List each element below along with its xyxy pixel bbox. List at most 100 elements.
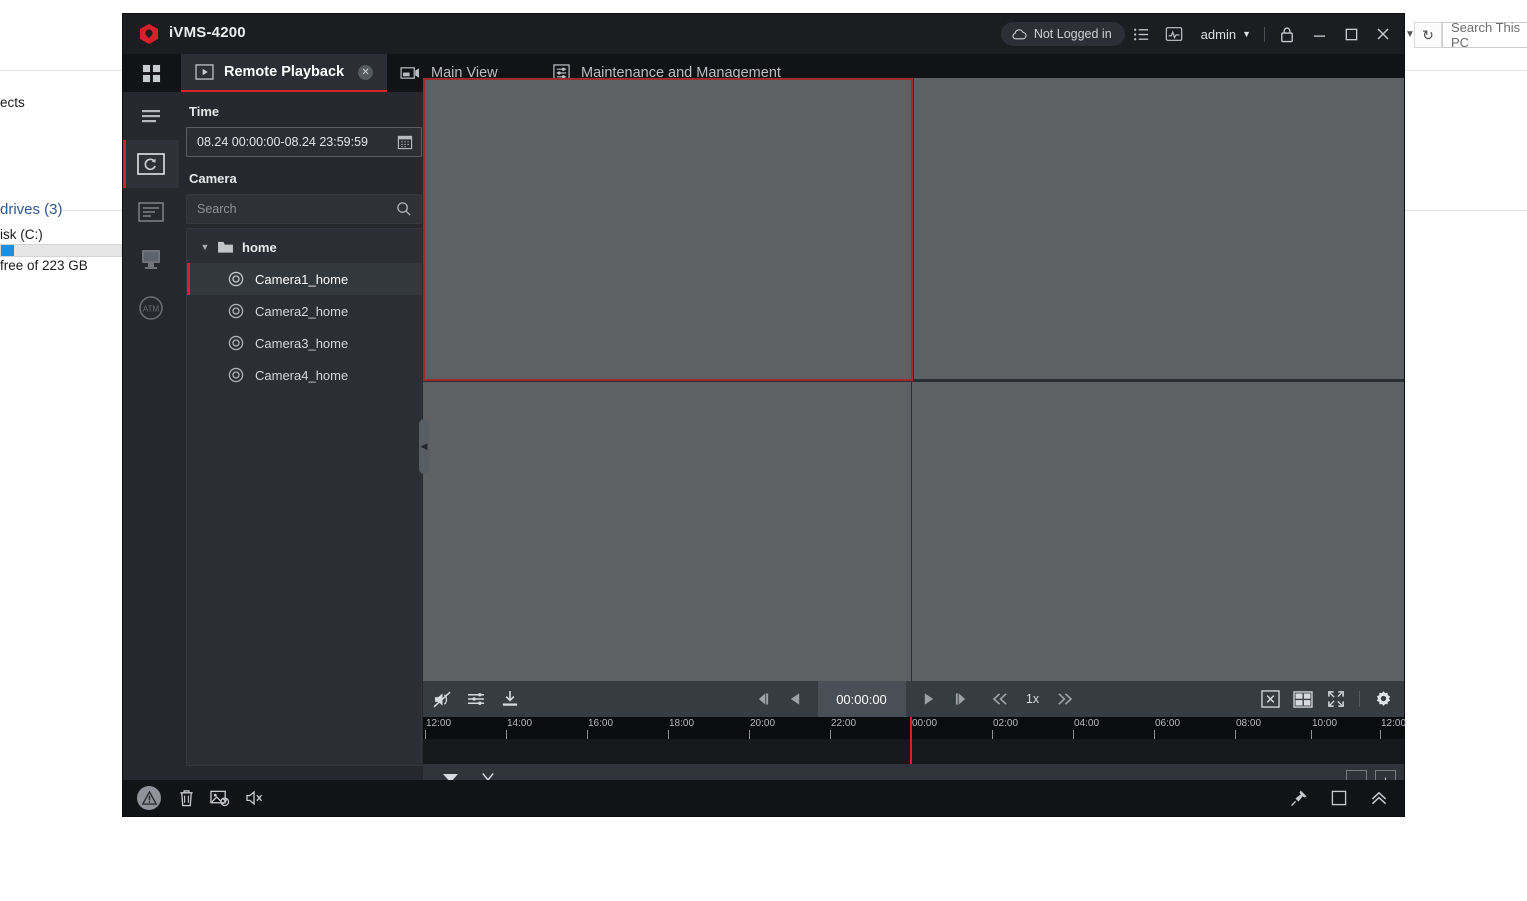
maximize-icon[interactable]	[1336, 19, 1366, 49]
report-icon	[138, 202, 164, 222]
tree-item-label: Camera2_home	[255, 303, 349, 319]
tree-item-label: Camera4_home	[255, 367, 349, 383]
tick-mark	[668, 730, 669, 739]
sidebar-item-report[interactable]	[123, 188, 179, 236]
audio-muted-icon[interactable]	[427, 684, 457, 714]
adjust-sliders-icon[interactable]	[461, 684, 491, 714]
close-icon[interactable]	[1368, 19, 1398, 49]
play-icon[interactable]	[914, 684, 944, 714]
explorer-right-rule	[1404, 70, 1527, 71]
health-monitor-icon[interactable]	[1159, 19, 1189, 49]
minimize-icon[interactable]	[1304, 19, 1334, 49]
left-panel: Time 08.24 00:00:00-08.24 23:59:59 Camer…	[179, 92, 423, 794]
tree-item-camera1[interactable]: Camera1_home	[187, 263, 421, 295]
disk-usage-fill	[1, 245, 14, 256]
explorer-free-space-label: free of 223 GB	[0, 258, 88, 273]
trash-icon[interactable]	[169, 781, 203, 815]
video-pane-4[interactable]	[912, 382, 1404, 681]
list-icon[interactable]	[1127, 19, 1157, 49]
chevron-up-icon[interactable]	[1362, 781, 1396, 815]
tree-item-camera2[interactable]: Camera2_home	[187, 295, 421, 327]
video-pane-2[interactable]	[914, 78, 1404, 379]
tick-label: 10:00	[1312, 718, 1338, 729]
tree-item-camera4[interactable]: Camera4_home	[187, 359, 421, 391]
tab-remote-playback[interactable]: Remote Playback ✕	[181, 54, 388, 92]
remote-playback-icon	[137, 153, 165, 175]
timeline-playhead[interactable]	[910, 717, 912, 764]
camera-icon	[225, 335, 247, 351]
refresh-icon[interactable]: ↻	[1414, 22, 1442, 48]
svg-text:ATM: ATM	[143, 305, 160, 314]
atm-icon: ATM	[138, 295, 164, 321]
tick-mark	[830, 730, 831, 739]
picture-disabled-icon[interactable]	[203, 781, 237, 815]
user-name-label: admin	[1200, 26, 1237, 42]
tree-item-camera3[interactable]: Camera3_home	[187, 327, 421, 359]
gear-icon[interactable]	[1368, 684, 1398, 714]
user-menu[interactable]: admin ▼	[1191, 27, 1257, 42]
reverse-play-icon[interactable]	[780, 684, 810, 714]
account-status-button[interactable]: Not Logged in	[1000, 22, 1125, 46]
live-view-icon	[400, 65, 421, 81]
close-icon[interactable]: ✕	[358, 64, 374, 80]
search-this-pc-input[interactable]: Search This PC	[1442, 20, 1527, 50]
app-grid-icon[interactable]	[123, 54, 179, 92]
search-icon[interactable]	[396, 201, 412, 217]
video-pane-1[interactable]	[423, 78, 913, 381]
tick-label: 18:00	[669, 718, 695, 729]
pin-icon[interactable]	[1282, 781, 1316, 815]
tab-label: Remote Playback	[224, 64, 345, 80]
control-bar-right-group	[1255, 684, 1398, 714]
tick-label: 08:00	[1236, 718, 1262, 729]
panel-toggle-icon[interactable]	[1322, 781, 1356, 815]
speed-up-icon[interactable]	[1050, 684, 1080, 714]
control-bar-left-group	[423, 684, 525, 714]
fullscreen-icon[interactable]	[1321, 684, 1351, 714]
disk-usage-bar	[0, 244, 122, 257]
camera-section-title: Camera	[189, 171, 237, 186]
tree-group-label: home	[242, 239, 277, 255]
camera-icon	[225, 271, 247, 287]
sidebar-item-device[interactable]	[123, 236, 179, 284]
tick-label: 12:00	[426, 718, 452, 729]
single-frame-backward-icon[interactable]	[748, 684, 778, 714]
timeline-ruler[interactable]: 12:00 14:00 16:00 18:00 20:00 22:00 00:0…	[423, 717, 1407, 739]
camera-search-input[interactable]: Search	[186, 194, 422, 224]
tick-mark	[425, 730, 426, 739]
transport-controls: 00:00:00 1x	[748, 681, 1080, 717]
status-bar	[123, 780, 1404, 816]
sidebar-item-atm[interactable]: ATM	[123, 284, 179, 332]
download-icon[interactable]	[495, 684, 525, 714]
video-pane-3[interactable]	[423, 382, 911, 681]
panel-splitter-handle[interactable]: ◀	[419, 419, 429, 474]
tick-mark	[1073, 730, 1074, 739]
status-bar-right-group	[1282, 781, 1396, 815]
tree-group-home[interactable]: ▼ home	[187, 231, 421, 263]
control-separator	[1359, 691, 1360, 707]
title-bar-right-controls: Not Logged in admin ▼	[1000, 14, 1398, 54]
alarm-warning-icon[interactable]	[137, 786, 161, 810]
playback-icon	[195, 64, 214, 80]
tick-label: 12:00	[1381, 718, 1407, 729]
tick-label: 14:00	[507, 718, 533, 729]
playback-speed-label[interactable]: 1x	[1018, 692, 1048, 706]
stop-all-icon[interactable]	[1255, 684, 1285, 714]
window-division-icon[interactable]	[1288, 684, 1318, 714]
sidebar-item-remote-playback[interactable]	[123, 140, 179, 188]
tree-item-label: Camera3_home	[255, 335, 349, 351]
caret-down-icon[interactable]: ▼	[197, 242, 213, 252]
sound-off-icon[interactable]	[237, 781, 271, 815]
timeline-tracks[interactable]	[423, 739, 1404, 764]
tick-label: 16:00	[588, 718, 614, 729]
slow-down-icon[interactable]	[986, 684, 1016, 714]
menu-icon[interactable]	[123, 92, 179, 140]
tick-label: 06:00	[1155, 718, 1181, 729]
account-status-label: Not Logged in	[1033, 27, 1112, 41]
single-frame-forward-icon[interactable]	[946, 684, 976, 714]
camera-icon	[225, 367, 247, 383]
lock-icon[interactable]	[1272, 19, 1302, 49]
tree-item-label: Camera1_home	[255, 271, 349, 287]
tick-label: 22:00	[831, 718, 857, 729]
calendar-icon[interactable]	[397, 134, 413, 150]
time-range-input[interactable]: 08.24 00:00:00-08.24 23:59:59	[186, 127, 422, 157]
